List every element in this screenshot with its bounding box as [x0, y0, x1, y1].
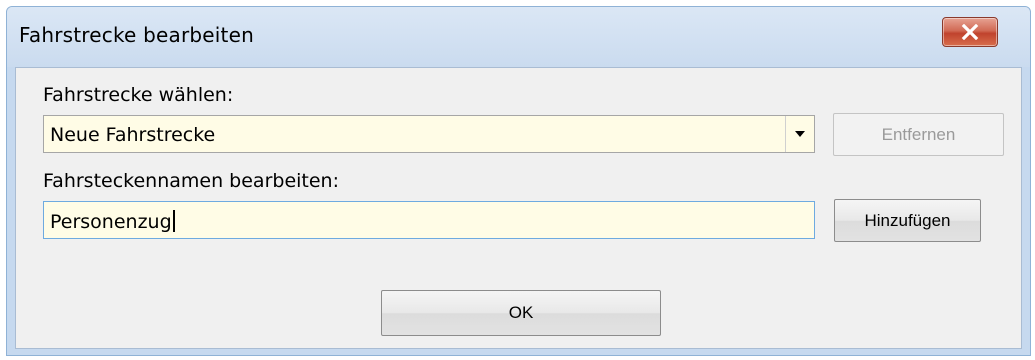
- close-button[interactable]: [942, 17, 998, 47]
- route-name-label: Fahrsteckennamen bearbeiten:: [43, 170, 340, 192]
- dialog-body: Fahrstrecke wählen: Neue Fahrstrecke Ent…: [15, 67, 1022, 349]
- chevron-down-icon: [795, 131, 805, 137]
- remove-button-label: Entfernen: [881, 125, 956, 144]
- close-icon: [961, 24, 979, 40]
- route-select-label: Fahrstrecke wählen:: [43, 84, 234, 106]
- route-select-dropdown[interactable]: Neue Fahrstrecke: [43, 115, 815, 153]
- title-bar[interactable]: Fahrstrecke bearbeiten: [7, 7, 1030, 67]
- ok-button-label: OK: [508, 303, 534, 322]
- route-name-field[interactable]: Personenzug: [43, 201, 815, 239]
- dialog-window: Fahrstrecke bearbeiten Fahrstrecke wähle…: [6, 6, 1031, 356]
- route-select-value: Neue Fahrstrecke: [50, 124, 216, 146]
- add-button[interactable]: Hinzufügen: [834, 199, 981, 242]
- text-caret: [172, 210, 175, 232]
- ok-button[interactable]: OK: [381, 290, 661, 336]
- window-title: Fahrstrecke bearbeiten: [19, 23, 254, 47]
- route-name-value-wrap: Personenzug: [50, 210, 175, 233]
- dropdown-toggle[interactable]: [785, 116, 814, 152]
- add-button-label: Hinzufügen: [864, 211, 951, 230]
- remove-button[interactable]: Entfernen: [833, 113, 1004, 156]
- route-name-value: Personenzug: [50, 211, 172, 233]
